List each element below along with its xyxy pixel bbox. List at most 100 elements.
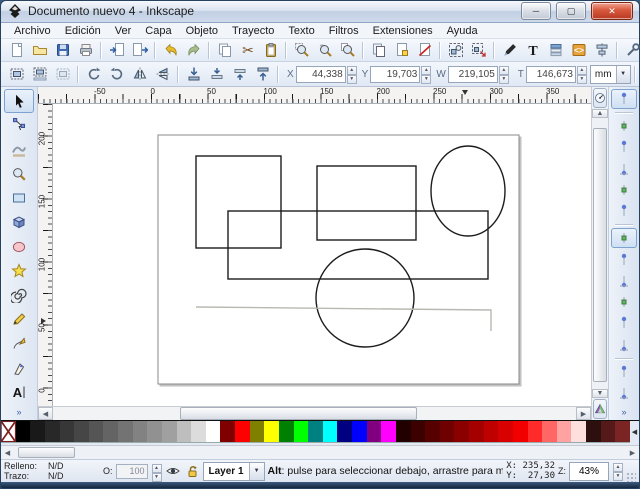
flip-horizontal-button[interactable] (128, 63, 151, 85)
unlink-clone-button[interactable] (413, 39, 436, 61)
palette-swatch[interactable] (381, 421, 396, 442)
fill-stroke-indicator[interactable]: Relleno: N/D Trazo: N/D (4, 461, 100, 481)
zoom-page-button[interactable] (336, 39, 359, 61)
raise-to-top-button[interactable] (251, 63, 274, 85)
import-button[interactable] (105, 39, 128, 61)
new-document-button[interactable] (5, 39, 28, 61)
h-field[interactable] (526, 66, 576, 83)
palette-swatch[interactable] (147, 421, 162, 442)
redo-button[interactable] (182, 39, 205, 61)
palette-swatch[interactable] (454, 421, 469, 442)
snap-rotation-centers-button[interactable] (611, 383, 637, 403)
snapbar-overflow-button[interactable]: » (621, 404, 626, 420)
palette-swatch[interactable] (367, 421, 382, 442)
layer-select[interactable]: Layer 1 ▼ (203, 462, 265, 481)
palette-swatch[interactable] (162, 421, 177, 442)
unit-select[interactable]: mm ▼ (590, 65, 631, 84)
save-document-button[interactable] (51, 39, 74, 61)
menu-objeto[interactable]: Objeto (179, 24, 225, 38)
cut-button[interactable]: ✂ (236, 39, 259, 61)
palette-swatch[interactable] (191, 421, 206, 442)
snap-bbox-edges-button[interactable] (611, 137, 637, 157)
tool-rectangle[interactable] (4, 186, 34, 210)
palette-swatch[interactable] (133, 421, 148, 442)
palette-scroll-left-arrow-icon[interactable]: ◀ (630, 420, 639, 442)
palette-swatch[interactable] (294, 421, 309, 442)
zoom-spinner[interactable]: ▲▼ (613, 463, 623, 479)
align-dialog-button[interactable] (590, 39, 613, 61)
palette-swatch[interactable] (440, 421, 455, 442)
paste-button[interactable] (259, 39, 282, 61)
palette-swatch[interactable] (396, 421, 411, 442)
group-button[interactable] (444, 39, 467, 61)
tool-3d-box[interactable] (4, 210, 34, 234)
y-field-spinner[interactable]: ▲▼ (421, 66, 431, 83)
palette-swatch[interactable] (586, 421, 601, 442)
vertical-scrollbar-thumb[interactable] (593, 128, 607, 382)
tool-tweak[interactable] (4, 137, 34, 161)
snap-cusp-nodes-button[interactable] (611, 292, 637, 312)
palette-swatch[interactable] (542, 421, 557, 442)
snap-path-intersections-button[interactable] (611, 271, 637, 291)
scroll-up-arrow-icon[interactable]: ▲ (592, 109, 608, 118)
menu-archivo[interactable]: Archivo (7, 24, 58, 38)
snap-object-centers-button[interactable] (611, 362, 637, 382)
palette-swatch[interactable] (118, 421, 133, 442)
layer-lock-icon[interactable] (184, 463, 200, 479)
palette-swatch[interactable] (30, 421, 45, 442)
text-dialog-button[interactable]: T (521, 39, 544, 61)
deselect-button[interactable] (51, 63, 74, 85)
zoom-selection-button[interactable] (290, 39, 313, 61)
tool-text[interactable]: A (4, 380, 34, 404)
preferences-button[interactable] (621, 39, 640, 61)
palette-arrow-right-icon[interactable]: ▶ (626, 446, 639, 459)
zoom-drawing-button[interactable] (313, 39, 336, 61)
palette-swatch[interactable] (484, 421, 499, 442)
ungroup-button[interactable] (467, 39, 490, 61)
unit-dropdown-arrow-icon[interactable]: ▼ (616, 66, 630, 83)
raise-button[interactable] (228, 63, 251, 85)
palette-swatch[interactable] (279, 421, 294, 442)
undo-button[interactable] (159, 39, 182, 61)
palette-swatch[interactable] (308, 421, 323, 442)
tool-ellipse[interactable] (4, 234, 34, 258)
select-all-layers-button[interactable] (28, 63, 51, 85)
opacity-field[interactable] (116, 464, 148, 479)
tool-node-editor[interactable] (4, 113, 34, 137)
rotate-ccw-button[interactable] (82, 63, 105, 85)
palette-swatch[interactable] (469, 421, 484, 442)
close-button[interactable]: ✕ (591, 2, 633, 20)
canvas-corner-button[interactable] (593, 88, 607, 108)
palette-swatch[interactable] (60, 421, 75, 442)
layers-dialog-button[interactable] (544, 39, 567, 61)
tool-bezier[interactable] (4, 331, 34, 355)
color-managed-display-button[interactable] (593, 399, 607, 419)
palette-swatch[interactable] (571, 421, 586, 442)
palette-swatch[interactable] (74, 421, 89, 442)
title-bar[interactable]: Documento nuevo 4 - Inkscape ─ ▢ ✕ (1, 1, 639, 23)
toolbox-overflow-button[interactable]: » (16, 404, 21, 420)
snap-bounding-box-button[interactable] (611, 116, 637, 136)
lower-button[interactable] (205, 63, 228, 85)
drawing-canvas[interactable] (53, 104, 591, 406)
menu-filtros[interactable]: Filtros (322, 24, 366, 38)
menu-ayuda[interactable]: Ayuda (440, 24, 485, 38)
palette-swatch[interactable] (235, 421, 250, 442)
palette-swatch[interactable] (45, 421, 60, 442)
palette-swatch[interactable] (206, 421, 221, 442)
palette-swatch[interactable] (177, 421, 192, 442)
x-field[interactable] (296, 66, 346, 83)
palette-arrow-left-icon[interactable]: ◀ (1, 446, 14, 459)
snap-paths-button[interactable] (611, 249, 637, 269)
palette-swatch-none[interactable] (1, 421, 16, 442)
palette-swatch[interactable] (352, 421, 367, 442)
y-field[interactable] (370, 66, 420, 83)
menu-ver[interactable]: Ver (108, 24, 139, 38)
palette-swatch[interactable] (16, 421, 31, 442)
xml-editor-button[interactable]: <> (567, 39, 590, 61)
export-button[interactable] (128, 39, 151, 61)
snap-bbox-corners-button[interactable] (611, 159, 637, 179)
w-field[interactable] (448, 66, 498, 83)
palette-swatch[interactable] (220, 421, 235, 442)
palette-swatch[interactable] (411, 421, 426, 442)
